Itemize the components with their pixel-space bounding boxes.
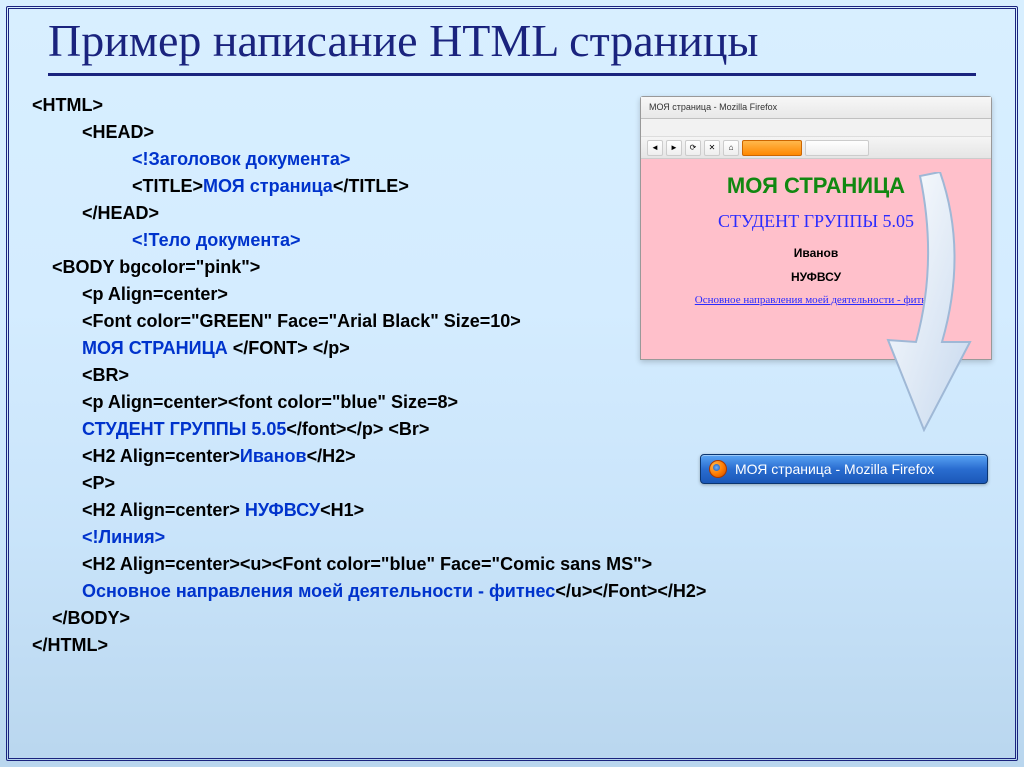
preview-org: НУФВСУ	[645, 270, 987, 284]
code-line: <HTML>	[32, 95, 103, 115]
code-line	[32, 419, 82, 439]
code-line: </TITLE>	[333, 176, 409, 196]
toolbar-button[interactable]	[805, 140, 869, 156]
code-line: <BODY bgcolor="pink">	[32, 257, 260, 277]
browser-preview-window: МОЯ страница - Mozilla Firefox ◄ ► ⟳ ✕ ⌂…	[640, 96, 992, 360]
nav-stop-icon[interactable]: ✕	[704, 140, 720, 156]
browser-menubar	[641, 119, 991, 137]
code-line: </FONT> </p>	[233, 338, 350, 358]
nav-home-icon[interactable]: ⌂	[723, 140, 739, 156]
code-comment: <!Тело документа>	[32, 230, 301, 250]
code-line: <TITLE>	[32, 176, 203, 196]
rendered-page: МОЯ СТРАНИЦА СТУДЕНТ ГРУППЫ 5.05 Иванов …	[641, 159, 991, 359]
browser-toolbar: ◄ ► ⟳ ✕ ⌂	[641, 137, 991, 159]
code-text: Иванов	[240, 446, 307, 466]
code-line: </HTML>	[32, 635, 108, 655]
code-comment: <!Заголовок документа>	[32, 149, 350, 169]
code-line: <H2 Align=center><u><Font color="blue" F…	[32, 554, 652, 574]
preview-link: Основное направления моей деятельности -…	[645, 294, 987, 306]
code-line: </BODY>	[32, 608, 130, 628]
code-line: <BR>	[32, 365, 129, 385]
toolbar-button[interactable]	[742, 140, 802, 156]
browser-window-title: МОЯ страница - Mozilla Firefox	[649, 102, 777, 112]
code-text: НУФВСУ	[245, 500, 320, 520]
code-line: <p Align=center><font color="blue" Size=…	[32, 392, 458, 412]
nav-forward-icon[interactable]: ►	[666, 140, 682, 156]
code-line: <HEAD>	[32, 122, 154, 142]
code-comment: <!Линия>	[32, 527, 165, 547]
code-line: </H2>	[307, 446, 356, 466]
preview-name: Иванов	[645, 246, 987, 260]
code-line: <p Align=center>	[32, 284, 228, 304]
code-text: МОЯ СТРАНИЦА	[82, 338, 233, 358]
code-text: Основное направления моей деятельности -…	[82, 581, 555, 601]
code-line: <H2 Align=center>	[32, 446, 240, 466]
nav-reload-icon[interactable]: ⟳	[685, 140, 701, 156]
code-text: СТУДЕНТ ГРУППЫ 5.05	[82, 419, 286, 439]
code-line: <H1>	[320, 500, 364, 520]
code-line: </u></Font></H2>	[555, 581, 706, 601]
content-area: <HTML> <HEAD> <!Заголовок документа> <TI…	[32, 92, 992, 747]
code-line: <P>	[32, 473, 115, 493]
taskbar-label: МОЯ страница - Mozilla Firefox	[735, 461, 934, 477]
code-line: </font></p> <Br>	[286, 419, 429, 439]
preview-heading: МОЯ СТРАНИЦА	[645, 173, 987, 199]
code-line	[32, 338, 82, 358]
code-text: МОЯ страница	[203, 176, 333, 196]
code-line: </HEAD>	[32, 203, 159, 223]
preview-subtitle: СТУДЕНТ ГРУППЫ 5.05	[645, 211, 987, 232]
code-line: <Font color="GREEN" Face="Arial Black" S…	[32, 311, 521, 331]
browser-titlebar: МОЯ страница - Mozilla Firefox	[641, 97, 991, 119]
firefox-icon	[709, 460, 727, 478]
code-line: <H2 Align=center>	[32, 500, 245, 520]
nav-back-icon[interactable]: ◄	[647, 140, 663, 156]
taskbar-button[interactable]: МОЯ страница - Mozilla Firefox	[700, 454, 988, 484]
code-line	[32, 581, 82, 601]
